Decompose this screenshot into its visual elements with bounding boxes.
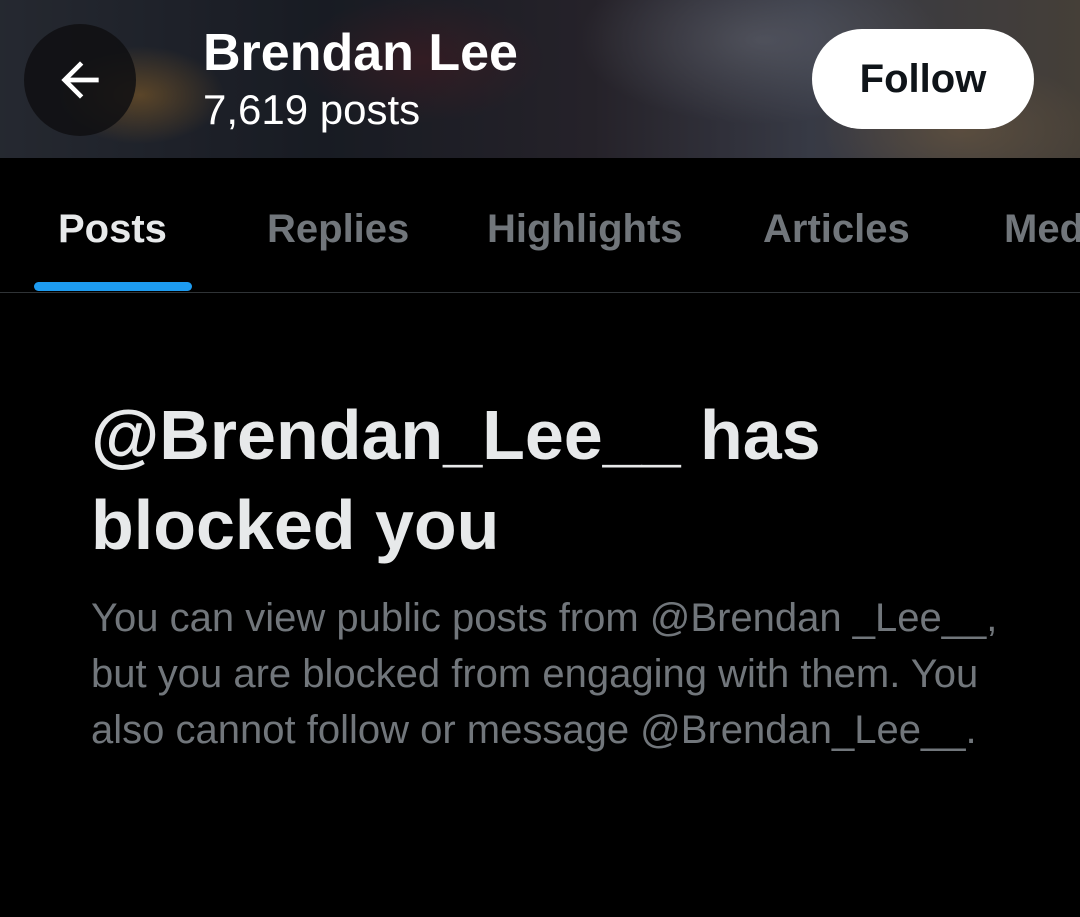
arrow-left-icon [52, 52, 108, 108]
back-button[interactable] [24, 24, 136, 136]
post-count: 7,619 posts [203, 86, 421, 133]
blocked-title: @Brendan_Lee__ has blocked you [91, 396, 821, 564]
tab-media[interactable]: Media [1004, 206, 1080, 252]
active-tab-indicator [34, 282, 192, 291]
follow-button[interactable]: Follow [812, 29, 1034, 129]
tab-highlights[interactable]: Highlights [487, 206, 683, 252]
tab-articles[interactable]: Articles [763, 206, 910, 252]
tab-posts[interactable]: Posts [58, 206, 167, 252]
profile-tabs: Posts Replies Highlights Articles Media [0, 158, 1080, 293]
header-title-block: Brendan Lee 7,619 posts [203, 22, 518, 136]
blocked-description: You can view public posts from @Brendan … [91, 596, 998, 752]
profile-name: Brendan Lee [203, 24, 518, 82]
tab-replies[interactable]: Replies [267, 206, 409, 252]
profile-header: Brendan Lee 7,619 posts Follow [0, 0, 1080, 158]
